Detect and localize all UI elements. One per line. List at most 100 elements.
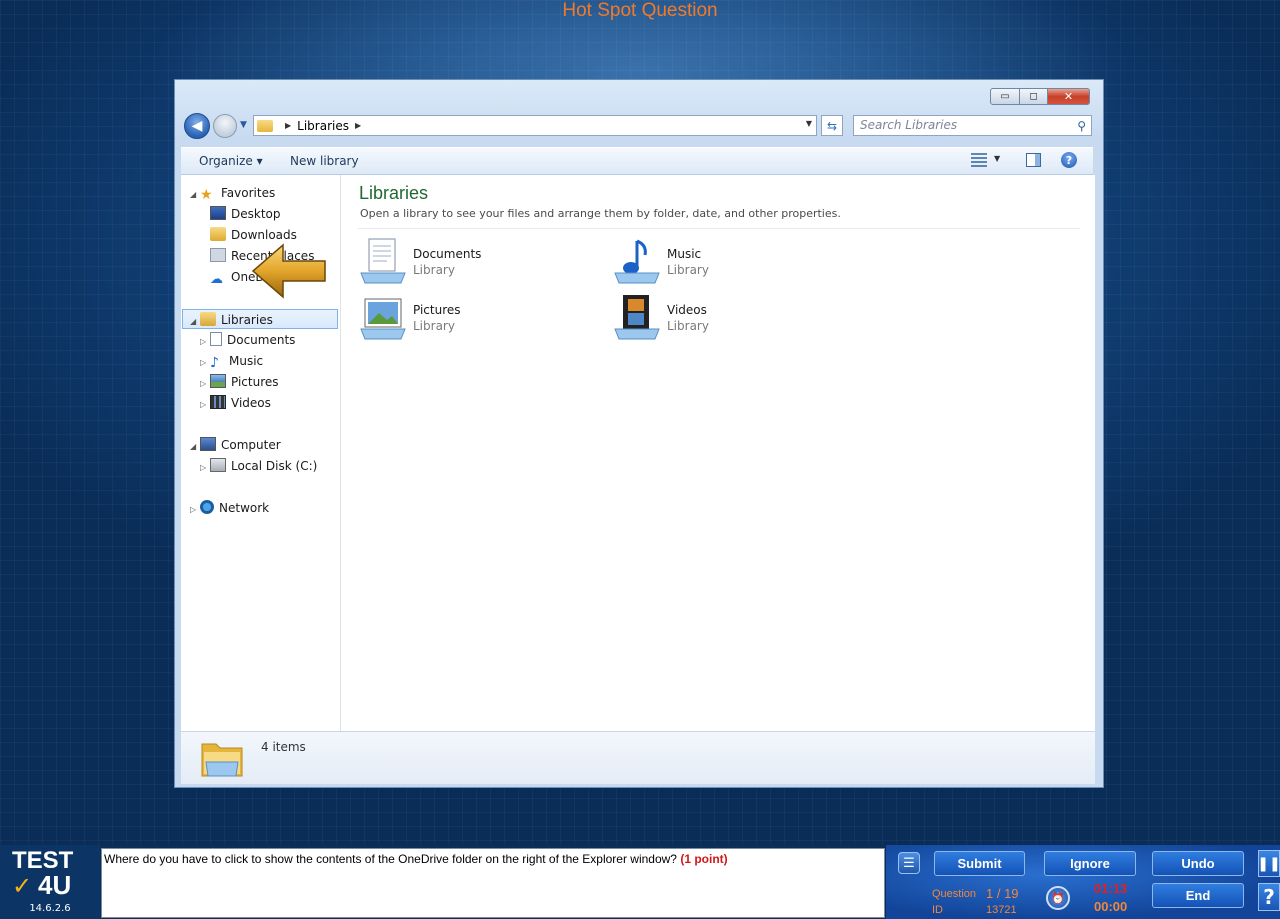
desktop-icon (210, 206, 226, 220)
navigation-pane: ◢ ★ Favorites Desktop Downloads Recent Pla… (181, 175, 341, 731)
collapse-icon[interactable]: ◢ (190, 437, 200, 457)
explorer-window: ▭ ◻ ✕ ◀ ▼ ▶ Libraries ▶ ▼ ⇆ Search Libra… (174, 79, 1104, 788)
address-bar[interactable]: ▶ Libraries ▶ ▼ (253, 115, 817, 136)
nav-label: Music (229, 354, 264, 368)
nav-label: Favorites (221, 186, 276, 200)
nav-label: Pictures (231, 375, 279, 389)
view-dropdown-icon[interactable]: ▼ (994, 154, 1000, 163)
expand-icon[interactable]: ▷ (200, 374, 210, 394)
library-music[interactable]: Music Library (613, 237, 853, 289)
test-control-bar: TEST ✓ 4U 14.6.2.6 Where do you have to … (0, 845, 1280, 919)
page-title: Hot Spot Question (562, 0, 718, 21)
libraries-heading: Libraries (359, 183, 429, 203)
nav-item-documents[interactable]: ▷ Documents (200, 330, 295, 350)
nav-item-music[interactable]: ▷ ♪ Music (200, 351, 263, 371)
expand-icon[interactable]: ▷ (200, 395, 210, 415)
close-button[interactable]: ✕ (1048, 88, 1090, 105)
minimize-button[interactable]: ▭ (990, 88, 1020, 105)
nav-label: Computer (221, 438, 281, 452)
expand-icon[interactable]: ▷ (200, 458, 210, 478)
test-controls: ☰ Submit Ignore Undo End ❚❚ ? Question 1… (886, 845, 1280, 919)
search-input[interactable]: Search Libraries ⚲ (853, 115, 1092, 136)
libraries-folder-icon (257, 119, 273, 132)
nav-item-videos[interactable]: ▷ Videos (200, 393, 271, 413)
breadcrumb-separator-icon[interactable]: ▶ (285, 121, 291, 130)
recent-places-icon (210, 248, 226, 262)
nav-item-pictures[interactable]: ▷ Pictures (200, 372, 279, 392)
libraries-folder-icon (201, 743, 243, 777)
hard-disk-icon (210, 458, 226, 472)
logo-text-bottom: 4U (38, 870, 72, 900)
back-arrow-icon: ◀ (191, 118, 203, 134)
help-icon[interactable]: ? (1061, 152, 1077, 168)
address-dropdown-icon[interactable]: ▼ (806, 119, 812, 128)
submit-button[interactable]: Submit (934, 851, 1025, 876)
music-note-icon: ♪ (210, 355, 219, 371)
question-text-box: Where do you have to click to show the c… (101, 848, 885, 918)
computer-icon (200, 437, 216, 451)
remaining-time: 00:00 (1094, 899, 1128, 914)
nav-item-libraries[interactable]: ◢ Libraries (182, 309, 338, 329)
library-type: Library (413, 263, 455, 277)
change-view-icon[interactable] (971, 153, 987, 167)
library-name: Pictures (413, 303, 461, 317)
expand-icon[interactable]: ▷ (200, 332, 210, 352)
music-library-icon (614, 239, 660, 284)
library-pictures[interactable]: Pictures Library (359, 293, 599, 345)
film-strip-icon (210, 395, 226, 409)
command-bar: Organize ▾ New library ▼ ? (181, 147, 1093, 175)
expand-icon[interactable]: ▷ (200, 353, 210, 373)
nav-item-network[interactable]: ▷ Network (190, 498, 269, 518)
breadcrumb-separator-icon[interactable]: ▶ (355, 121, 361, 130)
documents-library-icon (360, 238, 406, 284)
pictures-icon (210, 374, 226, 388)
library-documents[interactable]: Documents Library (359, 237, 599, 289)
test4u-logo: TEST ✓ 4U 14.6.2.6 (0, 845, 100, 919)
maximize-button[interactable]: ◻ (1020, 88, 1048, 105)
nav-label: Libraries (221, 313, 273, 327)
preview-pane-icon[interactable] (1026, 153, 1041, 167)
pause-button[interactable]: ❚❚ (1257, 850, 1280, 877)
forward-button[interactable] (213, 114, 237, 138)
question-mark-icon: ? (1263, 885, 1275, 909)
collapse-icon[interactable]: ◢ (190, 312, 200, 332)
library-videos[interactable]: Videos Library (613, 293, 853, 345)
documents-icon (210, 332, 222, 346)
ignore-button[interactable]: Ignore (1044, 851, 1136, 876)
nav-label: Desktop (231, 207, 281, 221)
onedrive-cloud-icon: ☁ (210, 272, 223, 287)
library-name: Videos (667, 303, 707, 317)
undo-button[interactable]: Undo (1152, 851, 1244, 876)
nav-item-favorites[interactable]: ◢ ★ Favorites (190, 183, 275, 203)
question-points: (1 point) (680, 852, 728, 866)
help-button[interactable]: ? (1258, 883, 1280, 911)
refresh-button[interactable]: ⇆ (821, 115, 843, 136)
nav-label: Videos (231, 396, 271, 410)
network-globe-icon (200, 500, 214, 514)
hamburger-icon: ☰ (903, 855, 915, 871)
star-icon: ★ (200, 187, 213, 203)
search-icon[interactable]: ⚲ (1077, 117, 1086, 136)
breadcrumb-libraries[interactable]: Libraries (297, 119, 349, 133)
back-button[interactable]: ◀ (184, 113, 210, 139)
library-type: Library (413, 319, 455, 333)
collapse-icon[interactable]: ◢ (190, 185, 200, 205)
libraries-description: Open a library to see your files and arr… (360, 207, 841, 220)
menu-button[interactable]: ☰ (898, 852, 920, 874)
new-library-button[interactable]: New library (290, 154, 359, 168)
refresh-icon: ⇆ (826, 118, 838, 133)
nav-item-computer[interactable]: ◢ Computer (190, 435, 281, 455)
main-pane: Libraries Open a library to see your fil… (353, 175, 1088, 731)
history-dropdown-icon[interactable]: ▼ (240, 120, 247, 130)
nav-item-local-disk[interactable]: ▷ Local Disk (C:) (200, 456, 317, 476)
nav-label: Downloads (231, 228, 297, 242)
organize-button[interactable]: Organize ▾ (199, 154, 263, 168)
pause-icon: ❚❚ (1257, 855, 1280, 872)
end-button[interactable]: End (1152, 883, 1244, 908)
library-name: Music (667, 247, 702, 261)
expand-icon[interactable]: ▷ (190, 500, 200, 520)
pointer-arrow-icon (251, 243, 326, 299)
divider (358, 228, 1080, 229)
videos-library-icon (614, 295, 660, 340)
nav-item-desktop[interactable]: Desktop (210, 204, 281, 224)
